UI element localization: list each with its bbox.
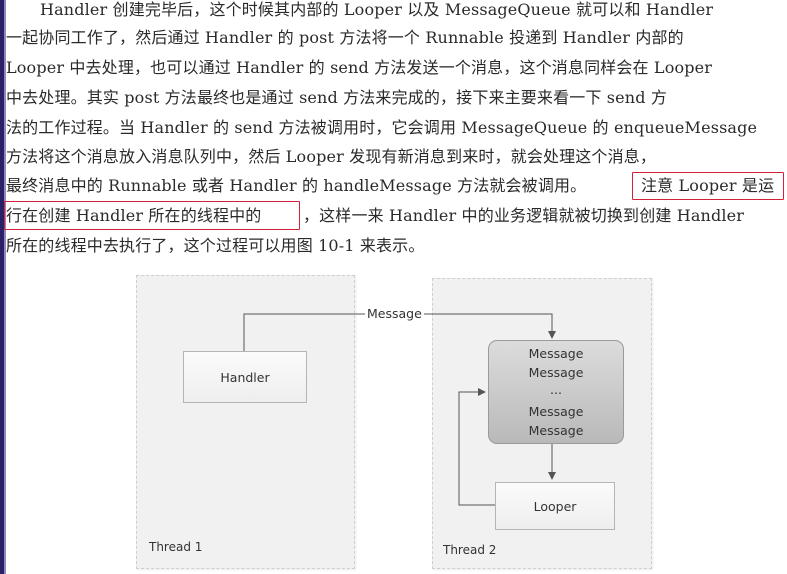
message-arrow-label: Message	[365, 306, 424, 321]
thread-2-label: Thread 2	[443, 543, 497, 557]
diagram-arrows	[243, 313, 556, 506]
looper-box: Looper	[495, 482, 615, 530]
queue-item-ellipsis: ...	[550, 382, 562, 397]
handler-box: Handler	[183, 351, 307, 403]
queue-item-3: Message	[528, 404, 584, 419]
queue-item-2: Message	[528, 365, 584, 380]
queue-item-1: Message	[528, 346, 584, 361]
queue-item-4: Message	[528, 423, 584, 438]
thread-1-label: Thread 1	[149, 540, 203, 554]
message-queue-box: Message Message ... Message Message	[488, 340, 624, 444]
